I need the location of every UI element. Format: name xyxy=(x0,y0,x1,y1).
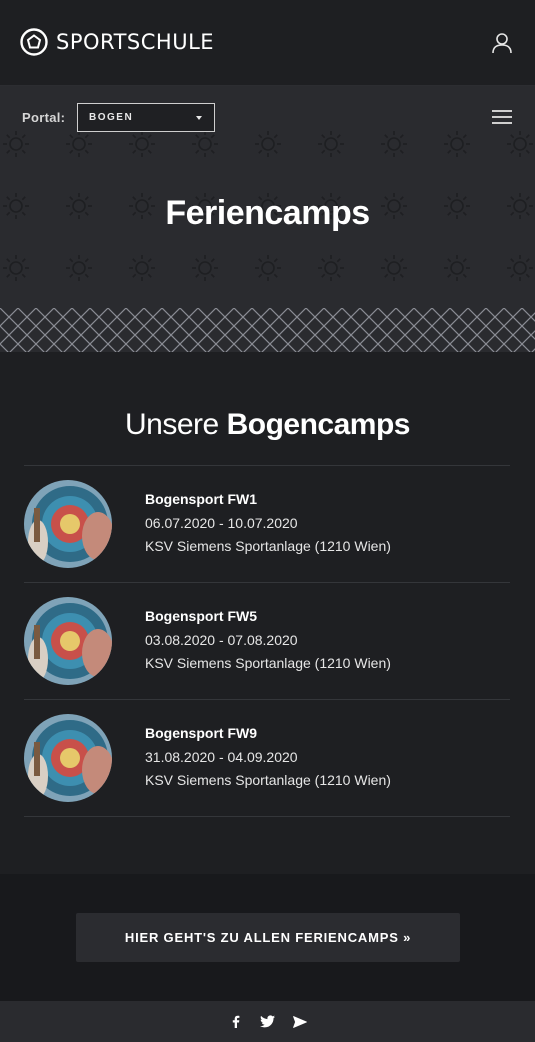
archery-target-thumbnail xyxy=(24,714,112,802)
sun-icon xyxy=(192,131,218,157)
sun-icon xyxy=(3,255,29,281)
sun-icon xyxy=(381,255,407,281)
caret-down-icon xyxy=(196,116,202,120)
sun-icon xyxy=(66,131,92,157)
sun-icon xyxy=(129,255,155,281)
portal-label: Portal: xyxy=(22,110,66,125)
brand-name: SPORTSCHULE xyxy=(56,30,215,54)
page-title: Feriencamps xyxy=(165,194,370,232)
sun-icon xyxy=(381,131,407,157)
camp-location: KSV Siemens Sportanlage (1210 Wien) xyxy=(145,538,391,554)
portal-select[interactable]: BOGEN xyxy=(77,103,215,132)
sun-icon xyxy=(66,255,92,281)
camp-dates: 31.08.2020 - 04.09.2020 xyxy=(145,749,298,765)
camps-section: Unsere Bogencamps Bogensport FW1 06.07.2… xyxy=(0,352,535,874)
facebook-icon[interactable] xyxy=(228,1014,244,1030)
hamburger-menu-icon[interactable] xyxy=(492,110,512,124)
archery-target-thumbnail xyxy=(24,480,112,568)
sun-icon xyxy=(507,255,533,281)
lattice-pattern xyxy=(0,308,535,352)
camp-name: Bogensport FW5 xyxy=(145,608,257,624)
telegram-icon[interactable] xyxy=(292,1014,308,1030)
brand-logo[interactable]: SPORTSCHULE xyxy=(20,28,214,56)
archery-target-thumbnail xyxy=(24,597,112,685)
twitter-icon[interactable] xyxy=(260,1014,276,1030)
section-title-bold: Bogencamps xyxy=(226,408,411,441)
camp-item[interactable]: Bogensport FW1 06.07.2020 - 10.07.2020 K… xyxy=(24,466,510,583)
hero-banner: Portal: BOGEN Feriencamps xyxy=(0,86,535,308)
sun-icon xyxy=(192,255,218,281)
camp-name: Bogensport FW9 xyxy=(145,725,257,741)
sportschule-logo-icon xyxy=(20,28,48,56)
sun-icon xyxy=(444,131,470,157)
section-title: Unsere Bogencamps xyxy=(0,408,535,442)
camp-name: Bogensport FW1 xyxy=(145,491,257,507)
sun-icon xyxy=(318,255,344,281)
sun-icon xyxy=(3,131,29,157)
sun-icon xyxy=(507,131,533,157)
sun-icon xyxy=(318,131,344,157)
sun-icon xyxy=(129,131,155,157)
camp-list: Bogensport FW1 06.07.2020 - 10.07.2020 K… xyxy=(24,465,510,817)
all-camps-button-label: HIER GEHT'S ZU ALLEN FERIENCAMPS » xyxy=(124,930,412,945)
user-icon[interactable] xyxy=(490,31,514,55)
footer xyxy=(0,1001,535,1042)
all-camps-button[interactable]: HIER GEHT'S ZU ALLEN FERIENCAMPS » xyxy=(76,913,460,962)
sun-icon xyxy=(255,131,281,157)
camp-item[interactable]: Bogensport FW9 31.08.2020 - 04.09.2020 K… xyxy=(24,700,510,817)
camp-location: KSV Siemens Sportanlage (1210 Wien) xyxy=(145,772,391,788)
top-bar: SPORTSCHULE xyxy=(0,0,535,86)
portal-select-value: BOGEN xyxy=(89,112,134,123)
cta-band: HIER GEHT'S ZU ALLEN FERIENCAMPS » xyxy=(0,874,535,1001)
lattice-divider xyxy=(0,308,535,352)
sun-icon xyxy=(444,255,470,281)
sun-icon xyxy=(255,255,281,281)
camp-item[interactable]: Bogensport FW5 03.08.2020 - 07.08.2020 K… xyxy=(24,583,510,700)
camp-dates: 03.08.2020 - 07.08.2020 xyxy=(145,632,298,648)
section-title-light: Unsere xyxy=(125,408,219,441)
camp-location: KSV Siemens Sportanlage (1210 Wien) xyxy=(145,655,391,671)
camp-dates: 06.07.2020 - 10.07.2020 xyxy=(145,515,298,531)
